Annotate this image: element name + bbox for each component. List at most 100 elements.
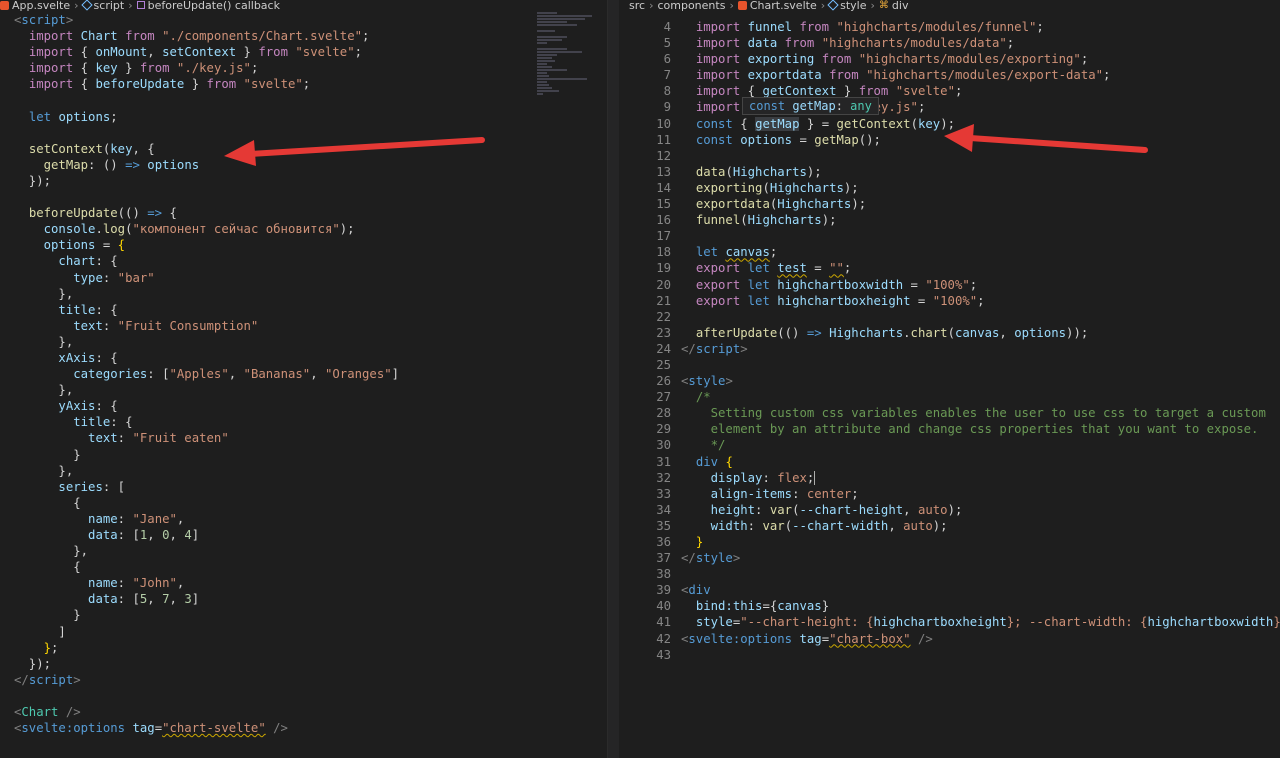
code-line[interactable]: <svelte:options tag="chart-svelte" /> bbox=[0, 720, 607, 736]
code-line[interactable]: import { onMount, setContext } from "sve… bbox=[0, 44, 607, 60]
left-editor-pane[interactable]: App.svelte › script › beforeUpdate() callbac… bbox=[0, 0, 607, 758]
code-line[interactable]: <Chart /> bbox=[0, 704, 607, 720]
code-line[interactable]: 14 exporting(Highcharts); bbox=[619, 180, 1280, 196]
code-line[interactable]: 31 div { bbox=[619, 454, 1280, 470]
code-line[interactable]: type: "bar" bbox=[0, 270, 607, 286]
code-line[interactable]: { bbox=[0, 559, 607, 575]
code-line[interactable]: 24 </script> bbox=[619, 341, 1280, 357]
code-line[interactable]: series: [ bbox=[0, 479, 607, 495]
code-line[interactable]: chart: { bbox=[0, 253, 607, 269]
code-line[interactable]: 18 let canvas; bbox=[619, 244, 1280, 260]
code-line[interactable]: ] bbox=[0, 624, 607, 640]
code-line[interactable]: 22 bbox=[619, 309, 1280, 325]
code-line[interactable]: title: { bbox=[0, 302, 607, 318]
minimap[interactable] bbox=[537, 12, 595, 95]
code-line[interactable]: 41 style="--chart-height: {highchartboxh… bbox=[619, 614, 1280, 630]
code-line[interactable]: 38 bbox=[619, 566, 1280, 582]
code-token: ); bbox=[947, 502, 963, 517]
code-line[interactable]: 20 export let highchartboxwidth = "100%"… bbox=[619, 277, 1280, 293]
code-line[interactable]: 34 height: var(--chart-height, auto); bbox=[619, 502, 1280, 518]
code-line[interactable]: import { beforeUpdate } from "svelte"; bbox=[0, 76, 607, 92]
code-line[interactable]: 23 afterUpdate(() => Highcharts.chart(ca… bbox=[619, 325, 1280, 341]
code-line[interactable]: 7 import exportdata from "highcharts/mod… bbox=[619, 67, 1280, 83]
code-line[interactable]: }, bbox=[0, 382, 607, 398]
code-line[interactable] bbox=[0, 92, 607, 108]
code-area[interactable]: <script> import Chart from "./components… bbox=[0, 12, 607, 736]
code-line[interactable]: }); bbox=[0, 173, 607, 189]
breadcrumb-item-callback[interactable]: beforeUpdate() callback bbox=[136, 0, 280, 11]
code-line[interactable]: 35 width: var(--chart-width, auto); bbox=[619, 518, 1280, 534]
code-line[interactable]: text: "Fruit eaten" bbox=[0, 430, 607, 446]
code-line[interactable]: title: { bbox=[0, 414, 607, 430]
code-line[interactable]: 5 import data from "highcharts/modules/d… bbox=[619, 35, 1280, 51]
code-line[interactable]: }, bbox=[0, 286, 607, 302]
breadcrumb-item-style[interactable]: style bbox=[827, 0, 867, 11]
breadcrumb-item-div[interactable]: ⌘ div bbox=[879, 0, 909, 11]
code-line[interactable]: data: [1, 0, 4] bbox=[0, 527, 607, 543]
code-line[interactable]: 32 display: flex; bbox=[619, 470, 1280, 486]
code-line[interactable]: 8 import { getContext } from "svelte"; bbox=[619, 83, 1280, 99]
code-line[interactable]: }); bbox=[0, 656, 607, 672]
code-line[interactable]: }, bbox=[0, 463, 607, 479]
code-line[interactable]: 29 element by an attribute and change cs… bbox=[619, 421, 1280, 437]
code-line[interactable]: name: "John", bbox=[0, 575, 607, 591]
code-line[interactable]: }; bbox=[0, 640, 607, 656]
code-line[interactable]: 9 import { key } from "./key.js"; bbox=[619, 99, 1280, 115]
code-line[interactable]: }, bbox=[0, 543, 607, 559]
code-line[interactable]: import Chart from "./components/Chart.sv… bbox=[0, 28, 607, 44]
code-line[interactable]: } bbox=[0, 607, 607, 623]
right-editor-pane[interactable]: src › components › Chart.svelte › style › ⌘ div 4… bbox=[619, 0, 1280, 758]
code-line[interactable]: options = { bbox=[0, 237, 607, 253]
code-line[interactable]: <script> bbox=[0, 12, 607, 28]
code-line[interactable]: 25 bbox=[619, 357, 1280, 373]
code-line[interactable]: 21 export let highchartboxheight = "100%… bbox=[619, 293, 1280, 309]
code-line[interactable]: 27 /* bbox=[619, 389, 1280, 405]
code-line[interactable]: 40 bind:this={canvas} bbox=[619, 598, 1280, 614]
code-token: , bbox=[147, 592, 163, 607]
code-line[interactable]: 26 <style> bbox=[619, 373, 1280, 389]
code-line[interactable]: categories: ["Apples", "Bananas", "Orang… bbox=[0, 366, 607, 382]
code-line[interactable] bbox=[0, 688, 607, 704]
code-line[interactable]: let options; bbox=[0, 109, 607, 125]
code-token: { bbox=[14, 560, 81, 575]
code-line[interactable]: 16 funnel(Highcharts); bbox=[619, 212, 1280, 228]
code-line[interactable]: yAxis: { bbox=[0, 398, 607, 414]
code-line[interactable]: text: "Fruit Consumption" bbox=[0, 318, 607, 334]
code-line[interactable]: 37 </style> bbox=[619, 550, 1280, 566]
breadcrumb-item-script[interactable]: script bbox=[80, 0, 124, 11]
code-line[interactable]: { bbox=[0, 495, 607, 511]
code-line[interactable]: 33 align-items: center; bbox=[619, 486, 1280, 502]
code-line[interactable]: 36 } bbox=[619, 534, 1280, 550]
code-area[interactable]: 4 import funnel from "highcharts/modules… bbox=[619, 19, 1280, 663]
code-line[interactable]: 39 <div bbox=[619, 582, 1280, 598]
code-line[interactable]: name: "Jane", bbox=[0, 511, 607, 527]
code-line[interactable]: 43 bbox=[619, 647, 1280, 663]
breadcrumb-item-src[interactable]: src bbox=[629, 0, 645, 11]
code-line[interactable]: 4 import funnel from "highcharts/modules… bbox=[619, 19, 1280, 35]
code-line[interactable]: </script> bbox=[0, 672, 607, 688]
code-line[interactable]: 30 */ bbox=[619, 437, 1280, 453]
code-line[interactable]: 6 import exporting from "highcharts/modu… bbox=[619, 51, 1280, 67]
code-line[interactable]: 42 <svelte:options tag="chart-box" /> bbox=[619, 631, 1280, 647]
code-line[interactable] bbox=[0, 189, 607, 205]
code-line[interactable]: console.log("компонент сейчас обновится"… bbox=[0, 221, 607, 237]
line-number: 29 bbox=[656, 422, 671, 437]
breadcrumb-item-components[interactable]: components bbox=[657, 0, 725, 11]
breadcrumb-item-file[interactable]: Chart.svelte bbox=[737, 0, 817, 11]
code-token: ; bbox=[977, 293, 985, 308]
code-line[interactable]: 28 Setting custom css variables enables … bbox=[619, 405, 1280, 421]
code-line[interactable]: }, bbox=[0, 334, 607, 350]
code-line[interactable]: data: [5, 7, 3] bbox=[0, 591, 607, 607]
code-token: categories bbox=[73, 367, 148, 382]
code-line[interactable]: xAxis: { bbox=[0, 350, 607, 366]
code-line[interactable]: } bbox=[0, 447, 607, 463]
code-token: ] bbox=[191, 528, 200, 542]
code-line[interactable]: import { key } from "./key.js"; bbox=[0, 60, 607, 76]
code-line[interactable]: 19 export let test = ""; bbox=[619, 260, 1280, 276]
code-line[interactable]: beforeUpdate(() => { bbox=[0, 205, 607, 221]
breadcrumb-item-file[interactable]: App.svelte bbox=[0, 0, 70, 11]
code-line[interactable]: 17 bbox=[619, 228, 1280, 244]
code-line[interactable]: 15 exportdata(Highcharts); bbox=[619, 196, 1280, 212]
code-line[interactable]: 13 data(Highcharts); bbox=[619, 164, 1280, 180]
